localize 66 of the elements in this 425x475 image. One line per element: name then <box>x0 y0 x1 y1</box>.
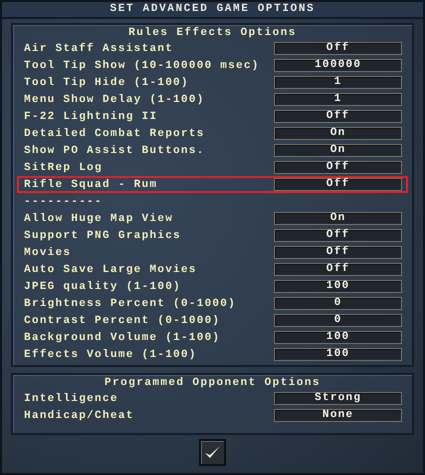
value-field[interactable]: None <box>274 409 402 422</box>
option-label: Support PNG Graphics <box>24 230 182 242</box>
value-field[interactable]: Off <box>274 263 402 276</box>
option-row[interactable]: F-22 Lightning II Off <box>17 108 408 125</box>
option-label: Allow Huge Map View <box>24 212 174 224</box>
option-label: Rifle Squad - Rum <box>24 178 158 190</box>
option-label: Effects Volume (1-100) <box>24 348 198 360</box>
value-field[interactable]: 1 <box>274 93 402 106</box>
option-row[interactable]: Support PNG Graphics Off <box>17 227 408 244</box>
option-label: Brightness Percent (0-1000) <box>24 298 237 310</box>
option-row[interactable]: Rifle Squad - Rum Off <box>17 176 408 193</box>
option-row[interactable]: Menu Show Delay (1-100) 1 <box>17 91 408 108</box>
option-row[interactable]: JPEG quality (1-100) 100 <box>17 278 408 295</box>
option-label: Intelligence <box>24 392 120 404</box>
option-label: Background Volume (1-100) <box>24 332 222 344</box>
option-row[interactable]: Air Staff Assistant Off <box>17 40 408 57</box>
value-field[interactable]: On <box>274 144 402 157</box>
option-row[interactable]: Intelligence Strong <box>17 390 408 407</box>
value-field[interactable]: Off <box>274 161 402 174</box>
option-row[interactable]: Allow Huge Map View On <box>17 210 408 227</box>
checkmark-icon <box>204 445 221 459</box>
option-row[interactable]: Movies Off <box>17 244 408 261</box>
value-field[interactable]: 100 <box>274 331 402 344</box>
option-label: Contrast Percent (0-1000) <box>24 314 222 326</box>
separator-text: ---------- <box>24 196 104 208</box>
option-row[interactable]: SitRep Log Off <box>17 159 408 176</box>
value-field[interactable]: 1 <box>274 76 402 89</box>
section-title: Rules Effects Options <box>127 26 298 40</box>
option-row[interactable]: Auto Save Large Movies Off <box>17 261 408 278</box>
value-field[interactable]: On <box>274 127 402 140</box>
option-label: Detailed Combat Reports <box>24 128 206 140</box>
option-label: JPEG quality (1-100) <box>24 280 182 292</box>
option-label: SitRep Log <box>24 162 104 174</box>
value-field[interactable]: Off <box>274 229 402 242</box>
option-row[interactable]: Background Volume (1-100) 100 <box>17 329 408 346</box>
value-field[interactable]: 100 <box>274 280 402 293</box>
value-field[interactable]: 100 <box>274 348 402 361</box>
option-row[interactable]: Brightness Percent (0-1000) 0 <box>17 295 408 312</box>
value-field[interactable]: 100000 <box>274 59 402 72</box>
option-label: Movies <box>24 246 72 258</box>
option-row[interactable]: Effects Volume (1-100) 100 <box>17 346 408 363</box>
option-label: F-22 Lightning II <box>24 110 158 122</box>
value-field[interactable]: 0 <box>274 297 402 310</box>
option-row[interactable]: Tool Tip Show (10-100000 msec) 100000 <box>17 57 408 74</box>
option-row[interactable]: Detailed Combat Reports On <box>17 125 408 142</box>
option-label: Menu Show Delay (1-100) <box>24 94 206 106</box>
value-field[interactable]: Off <box>274 110 402 123</box>
value-field[interactable]: Off <box>274 178 402 191</box>
option-row[interactable]: Contrast Percent (0-1000) 0 <box>17 312 408 329</box>
value-field[interactable]: Off <box>274 246 402 259</box>
option-label: Auto Save Large Movies <box>24 264 198 276</box>
value-field[interactable]: Off <box>274 42 402 55</box>
window-title: SET ADVANCED GAME OPTIONS <box>2 2 423 19</box>
value-field[interactable]: On <box>274 212 402 225</box>
option-row[interactable]: Tool Tip Hide (1-100) 1 <box>17 74 408 91</box>
option-row[interactable]: Show PO Assist Buttons. On <box>17 142 408 159</box>
value-field[interactable]: Strong <box>274 392 402 405</box>
option-label: Air Staff Assistant <box>24 42 174 54</box>
option-label: Show PO Assist Buttons. <box>24 144 206 156</box>
option-label: Tool Tip Hide (1-100) <box>24 76 190 88</box>
section-title: Programmed Opponent Options <box>103 376 322 390</box>
option-label: Tool Tip Show (10-100000 msec) <box>24 60 261 72</box>
confirm-button[interactable] <box>199 438 226 466</box>
option-label: Handicap/Cheat <box>24 410 135 422</box>
value-field[interactable]: 0 <box>274 314 402 327</box>
option-row[interactable]: Handicap/Cheat None <box>17 407 408 424</box>
